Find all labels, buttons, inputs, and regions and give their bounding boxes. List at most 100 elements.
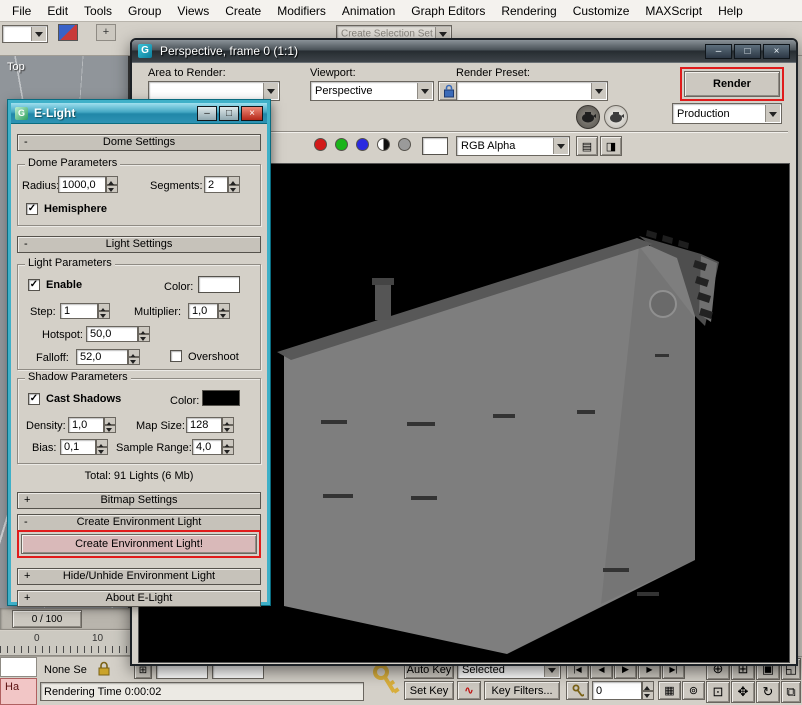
map-size-spinner[interactable] (222, 417, 234, 433)
mini-listener-white-row[interactable] (0, 657, 37, 677)
production-combo[interactable]: Production (672, 103, 782, 124)
sample-range-spinner[interactable] (222, 439, 234, 455)
light-color-swatch[interactable] (198, 276, 240, 293)
channel-display-combo[interactable]: RGB Alpha (456, 136, 570, 156)
close-button[interactable]: × (241, 106, 263, 121)
hotspot-spinner[interactable] (138, 326, 150, 342)
orbit-button[interactable]: ↻ (756, 681, 780, 703)
render-button-label: Render (713, 78, 751, 90)
render-iterative-button[interactable] (576, 105, 600, 129)
segments-field[interactable]: 2 (204, 176, 228, 193)
rollout-bitmap-settings[interactable]: + Bitmap Settings (17, 492, 261, 509)
close-button[interactable]: × (763, 44, 790, 59)
menu-graph-editors[interactable]: Graph Editors (403, 1, 493, 21)
minimize-button[interactable]: – (197, 106, 217, 121)
pan-button[interactable]: ✥ (731, 681, 755, 703)
overshoot-checkbox[interactable] (170, 350, 182, 362)
menu-rendering[interactable]: Rendering (493, 1, 564, 21)
render-window-titlebar[interactable]: G Perspective, frame 0 (1:1) – □ × (132, 40, 796, 62)
monochrome-channel-button[interactable] (398, 138, 411, 151)
minimize-button[interactable]: – (705, 44, 732, 59)
menu-file[interactable]: File (4, 1, 39, 21)
menu-maxscript[interactable]: MAXScript (637, 1, 710, 21)
render-preset-combo[interactable] (456, 81, 608, 101)
area-to-render-combo[interactable] (148, 81, 280, 101)
enable-checkbox[interactable]: ✓ (28, 279, 40, 291)
rollout-create-environment-light[interactable]: - Create Environment Light (17, 514, 261, 531)
key-filters-button[interactable]: Key Filters... (484, 681, 560, 700)
lock-icon (97, 661, 111, 676)
menu-help[interactable]: Help (710, 1, 751, 21)
menu-edit[interactable]: Edit (39, 1, 76, 21)
viewport-combo[interactable]: Perspective (310, 81, 434, 101)
maximize-viewport-button[interactable]: ⧉ (781, 681, 801, 703)
time-configuration-button[interactable]: ⊚ (682, 681, 705, 700)
maximize-button[interactable]: □ (734, 44, 761, 59)
time-slider-track[interactable]: 0 / 100 (0, 608, 130, 630)
sample-range-field[interactable]: 4,0 (192, 439, 222, 455)
falloff-spinner[interactable] (128, 349, 140, 365)
key-mode-toggle-button[interactable] (566, 681, 589, 700)
rollout-about-elight[interactable]: + About E-Light (17, 590, 261, 607)
channel-toggle-button[interactable]: ◨ (600, 136, 622, 156)
menu-animation[interactable]: Animation (334, 1, 403, 21)
crosshair-icon[interactable]: + (96, 24, 116, 41)
menu-views[interactable]: Views (169, 1, 217, 21)
named-selection-combo-left[interactable] (2, 25, 48, 43)
multiplier-spinner[interactable] (218, 303, 230, 319)
time-slider-handle[interactable]: 0 / 100 (12, 610, 82, 628)
menu-modifiers[interactable]: Modifiers (269, 1, 334, 21)
rollout-hide-unhide[interactable]: + Hide/Unhide Environment Light (17, 568, 261, 585)
falloff-field[interactable]: 52,0 (76, 349, 128, 365)
menu-customize[interactable]: Customize (565, 1, 638, 21)
render-button[interactable]: Render (684, 71, 780, 97)
step-spinner[interactable] (98, 303, 110, 319)
maximize-button[interactable]: □ (219, 106, 239, 121)
clone-rendered-frame-button[interactable]: ▤ (576, 136, 598, 156)
radius-field[interactable]: 1000,0 (58, 176, 106, 193)
color-swatch[interactable] (422, 137, 448, 155)
menu-group[interactable]: Group (120, 1, 169, 21)
track-options-button[interactable]: ▦ (658, 681, 681, 700)
segments-spinner[interactable] (228, 176, 240, 193)
combo-arrow-icon (591, 83, 606, 99)
snap-3d-icon[interactable] (58, 24, 78, 41)
set-key-key-button[interactable] (372, 663, 400, 701)
mini-listener-pink-row[interactable]: Ha (0, 678, 37, 705)
zoom-region-button[interactable]: ⊡ (706, 681, 730, 703)
bias-spinner[interactable] (96, 439, 108, 455)
hotspot-field[interactable]: 50,0 (86, 326, 138, 342)
prompt-text: Rendering Time 0:00:02 (44, 686, 161, 698)
shadow-color-swatch[interactable] (202, 390, 240, 406)
menu-tools[interactable]: Tools (76, 1, 120, 21)
bias-field[interactable]: 0,1 (60, 439, 96, 455)
viewport-label[interactable]: Top (7, 61, 25, 73)
menu-create[interactable]: Create (217, 1, 269, 21)
blue-channel-button[interactable] (356, 138, 369, 151)
render-production-button[interactable] (604, 105, 628, 129)
green-channel-button[interactable] (335, 138, 348, 151)
multiplier-field[interactable]: 1,0 (188, 303, 218, 319)
radius-spinner[interactable] (106, 176, 118, 193)
density-field[interactable]: 1,0 (68, 417, 104, 433)
selection-lock-button[interactable] (97, 661, 115, 678)
red-channel-button[interactable] (314, 138, 327, 151)
alpha-channel-button[interactable] (377, 138, 390, 151)
rollout-light-settings[interactable]: - Light Settings (17, 236, 261, 253)
curves-toggle-button[interactable]: ∿ (457, 681, 481, 700)
curve-icon: ∿ (464, 684, 473, 697)
rollout-state-icon: - (24, 135, 28, 150)
create-environment-light-button[interactable]: Create Environment Light! (21, 534, 257, 554)
cast-shadows-checkbox[interactable]: ✓ (28, 393, 40, 405)
current-frame-field[interactable]: 0 (592, 681, 642, 700)
group-shadow-parameters: Shadow Parameters ✓ Cast Shadows Color: … (17, 378, 261, 464)
density-spinner[interactable] (104, 417, 116, 433)
current-frame-spinner[interactable] (642, 681, 654, 700)
set-key-button[interactable]: Set Key (404, 681, 454, 700)
elight-titlebar[interactable]: G E-Light – □ × (11, 103, 267, 124)
map-size-field[interactable]: 128 (186, 417, 222, 433)
go-to-end-icon: ▶| (669, 665, 677, 674)
rollout-dome-settings[interactable]: - Dome Settings (17, 134, 261, 151)
hemisphere-checkbox[interactable]: ✓ (26, 203, 38, 215)
step-field[interactable]: 1 (60, 303, 98, 319)
